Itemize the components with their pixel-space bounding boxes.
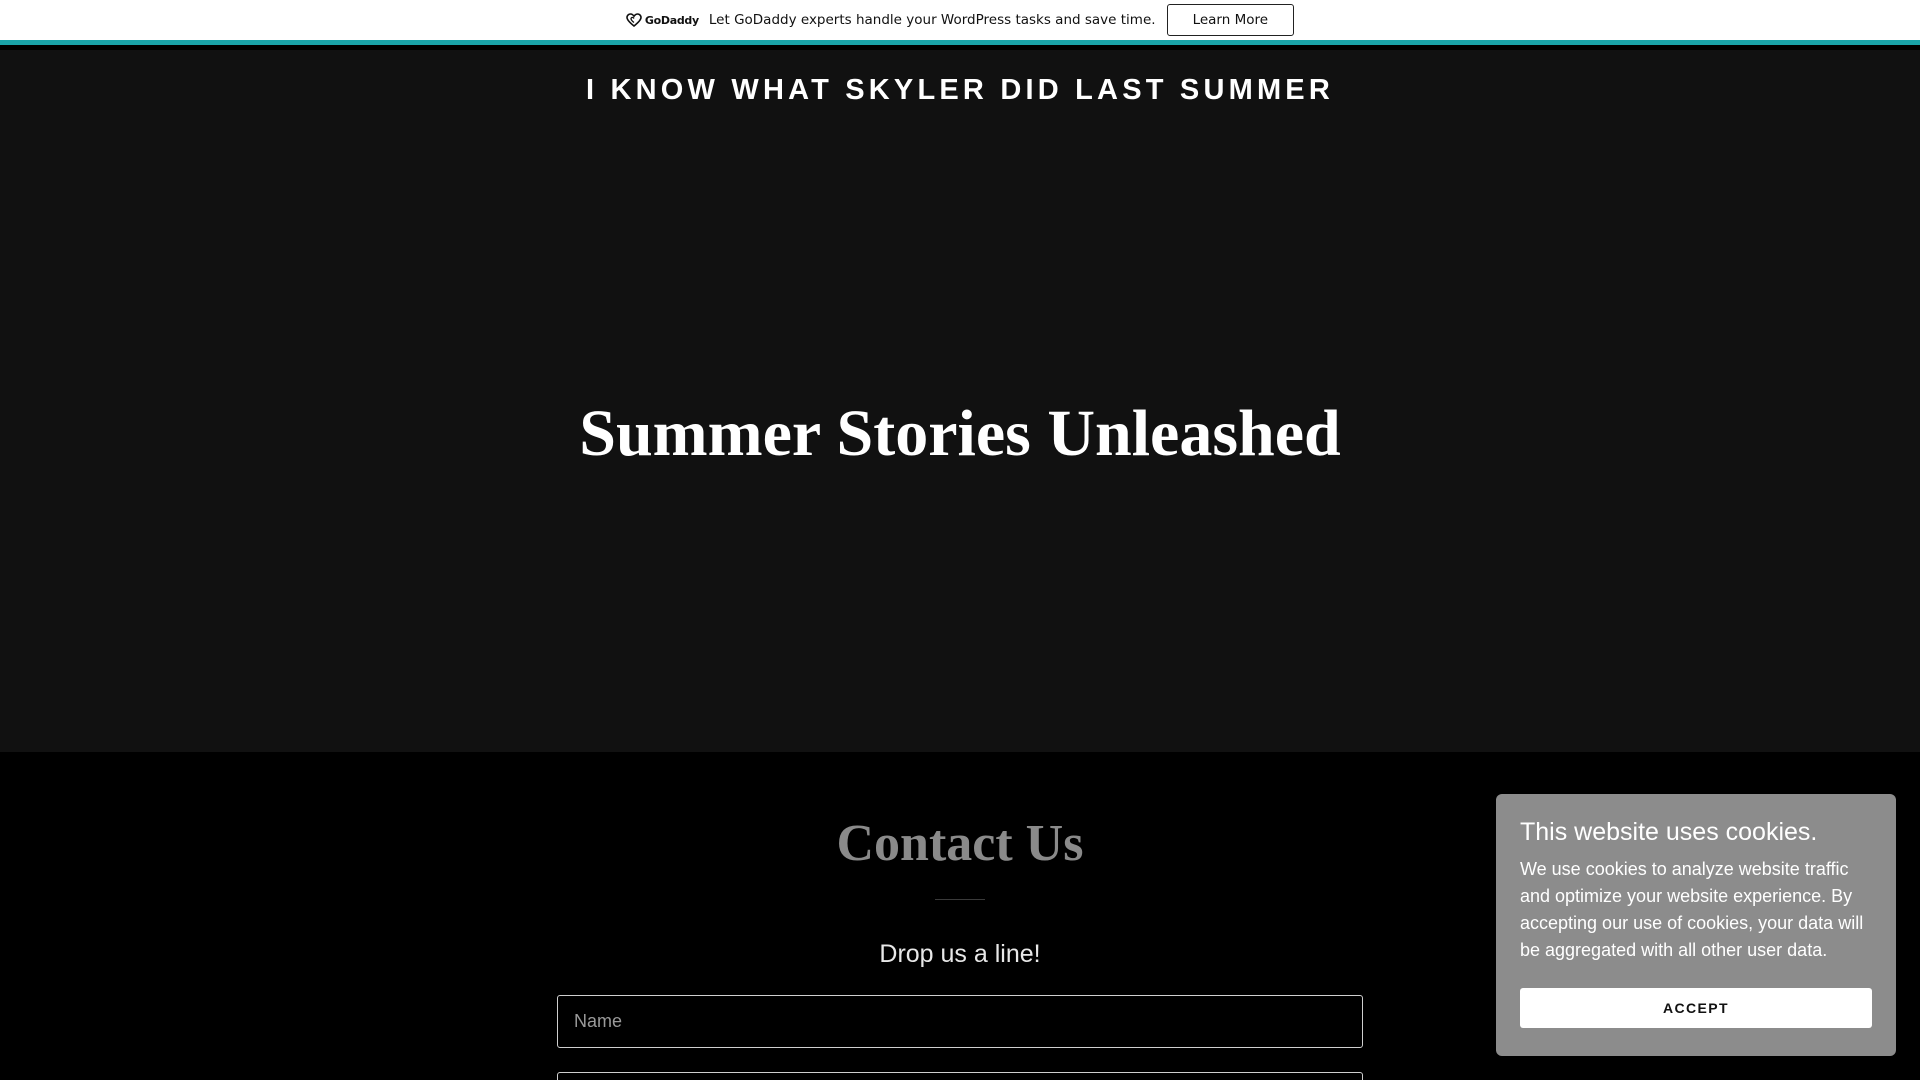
banner-message: Let GoDaddy experts handle your WordPres… [708,12,1156,28]
hero-heading: Summer Stories Unleashed [579,397,1341,470]
cookie-title: This website uses cookies. [1520,818,1818,846]
contact-divider [935,899,985,900]
accept-cookies-button[interactable]: ACCEPT [1520,988,1872,1028]
godaddy-logo: GoDaddy [626,13,699,27]
cookie-body: We use cookies to analyze website traffi… [1520,859,1864,960]
site-title[interactable]: I KNOW WHAT SKYLER DID LAST SUMMER [0,74,1920,107]
cookie-banner: This website uses cookies. We use cookie… [1496,794,1896,1056]
email-input[interactable] [557,1072,1363,1080]
learn-more-button[interactable]: Learn More [1166,4,1295,36]
godaddy-logo-text: GoDaddy [644,13,699,27]
godaddy-heart-icon [626,13,642,27]
godaddy-banner: GoDaddy Let GoDaddy experts handle your … [0,0,1920,45]
name-input[interactable] [557,995,1363,1048]
hero-section: I KNOW WHAT SKYLER DID LAST SUMMER Summe… [0,50,1920,752]
